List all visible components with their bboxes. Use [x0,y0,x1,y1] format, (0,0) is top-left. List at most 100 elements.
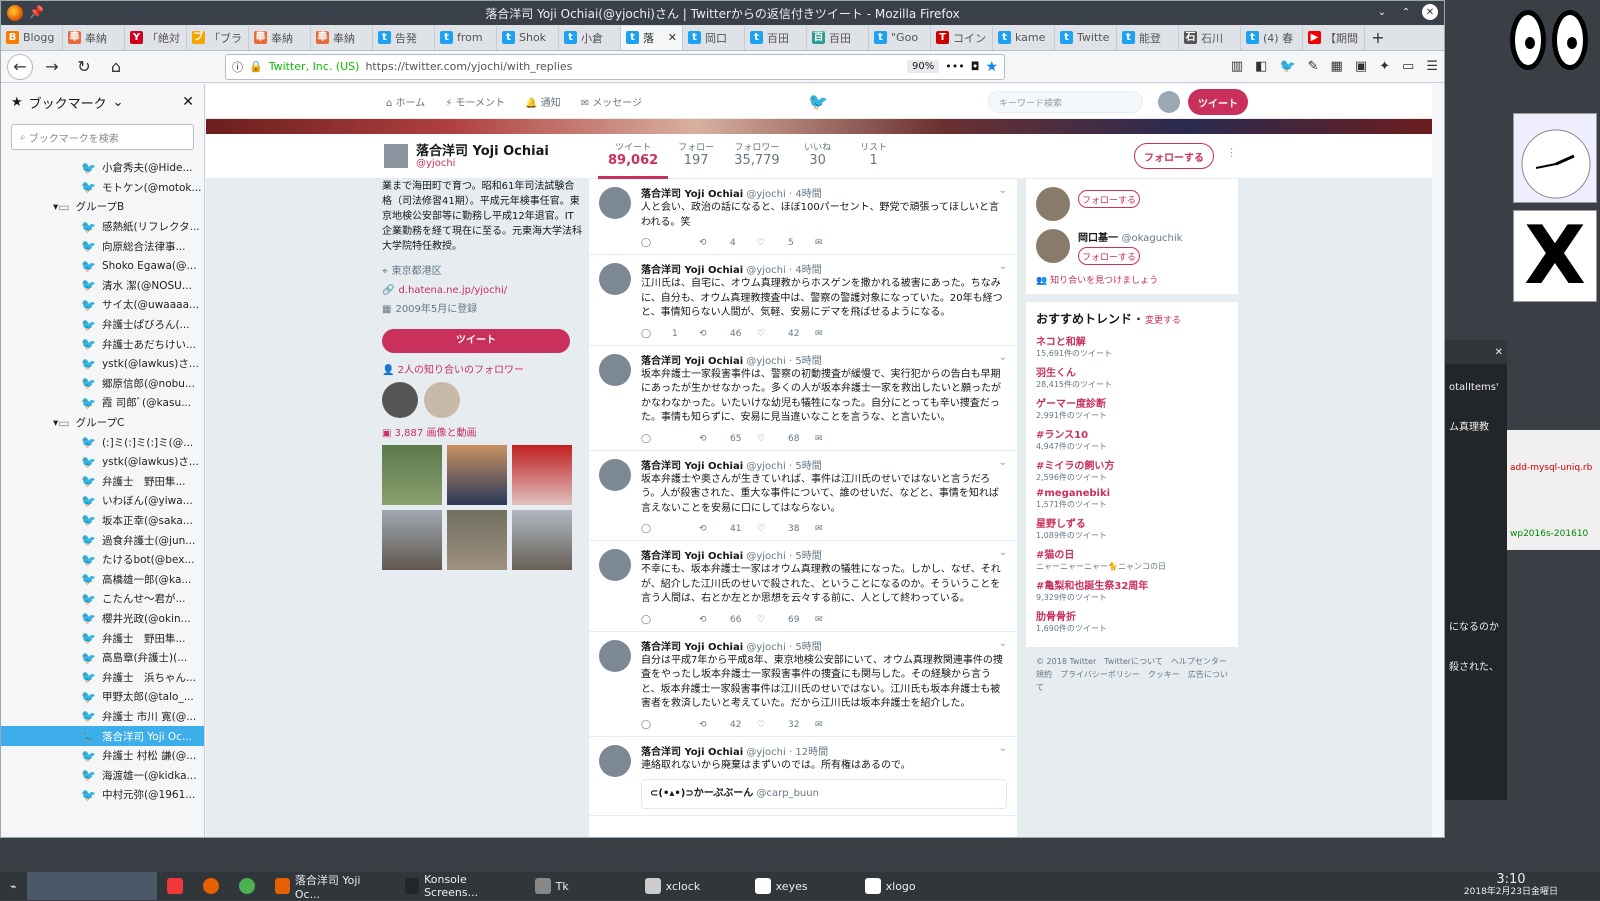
tweet-time[interactable]: 4時間 [795,265,821,276]
bookmark-item[interactable]: 🐦 坂本正幸(@saka... [1,511,204,531]
like-button[interactable]: ♡ 68 [757,434,815,444]
bookmark-item[interactable]: 🐦 霞 司郎ﾞ(@kasu... [1,393,204,413]
media-thumbnail[interactable] [382,510,442,570]
sidebar-icon[interactable]: ◧ [1255,59,1267,74]
tweet-time[interactable]: 5時間 [795,551,821,562]
nav-moments[interactable]: ⚡ モーメント [445,94,505,109]
like-button[interactable]: ♡ 38 [757,524,815,534]
system-clock[interactable]: 3:10 2018年2月23日金曜日 [1464,873,1558,899]
tab-2[interactable]: Y 「絶対 [125,25,187,50]
tweet-handle[interactable]: @yjochi [746,461,785,472]
media-link[interactable]: ▣ 3,887 画像と動画 [382,426,582,441]
bookmark-item[interactable]: 🐦 弁護士 野田隼... [1,472,204,492]
trends-change-link[interactable]: 変更する [1145,316,1181,326]
known-followers-link[interactable]: 👤 2人の知り合いのフォロワー [382,363,582,378]
profile-handle[interactable]: @yjochi [416,158,455,169]
trend-item[interactable]: ゲーマー度診断 2,991件のツイート [1036,395,1228,421]
avatar[interactable] [599,187,631,219]
taskbar-task[interactable]: xlogo [855,872,965,900]
pager[interactable] [26,872,157,900]
trend-item[interactable]: #ランス10 4,947件のツイート [1036,426,1228,452]
retweet-button[interactable]: ⟲ 65 [699,434,757,444]
zoom-level[interactable]: 90% [907,60,940,73]
bookmark-item[interactable]: 🐦 高橋雄一郎(@ka... [1,569,204,589]
tab-1[interactable]: 奉奉納 [63,25,125,50]
taskbar-task[interactable]: Tk [525,872,635,900]
bookmark-folder[interactable]: ▾ ▭ グループC [1,413,204,433]
media-thumbnail[interactable] [447,510,507,570]
bookmark-item[interactable]: 🐦 Shoko Egawa(@... [1,256,204,276]
find-friends-link[interactable]: 👥 知り合いを見つけましょう [1036,273,1228,286]
tab-18[interactable]: t 能登 [1117,25,1179,50]
tab-12[interactable]: t 百田 [745,25,807,50]
trend-item[interactable]: #meganebiki 1,571件のツイート [1036,488,1228,510]
message-button[interactable]: ✉ [815,524,873,534]
tweet-time[interactable]: 12時間 [795,747,828,758]
follow-button[interactable]: フォローする [1078,247,1140,265]
tab-17[interactable]: t Twitte [1055,25,1117,50]
bookmark-item[interactable]: 🐦 過食弁護士(@jun... [1,530,204,550]
url-text[interactable]: https://twitter.com/yjochi/with_replies [365,60,901,73]
more-icon[interactable]: ⋮ [1226,146,1237,159]
chevron-down-icon[interactable]: ⌄ [999,743,1007,754]
trend-item[interactable]: 羽生くん 28,415件のツイート [1036,364,1228,390]
screenshot-icon[interactable]: ▣ [1355,59,1367,74]
taskbar-task[interactable]: 落合洋司 Yoji Oc... [265,872,395,901]
library-icon[interactable]: ▥ [1231,59,1243,74]
taskbar-task[interactable]: Konsole Screens... [395,872,525,900]
bookmark-item[interactable]: 🐦 ystk(@lawkus)さ... [1,452,204,472]
puzzle-icon[interactable]: ✦ [1379,59,1390,74]
avatar[interactable] [599,353,631,386]
tweet-time[interactable]: 5時間 [795,461,821,472]
tweet-author[interactable]: 落合洋司 Yoji Ochiai [641,747,743,758]
close-icon[interactable]: ✕ [1495,347,1503,358]
tweet-handle[interactable]: @yjochi [746,189,785,200]
reply-button[interactable]: ◯ [641,615,699,625]
trend-item[interactable]: 星野しずる 1,089件のツイート [1036,515,1228,541]
extension-icon[interactable]: ▦ [1331,59,1343,74]
tab-0[interactable]: B Blogg [1,25,63,50]
lock-icon[interactable]: 🔒 [249,60,263,73]
bookmark-item[interactable]: 🐦 高島章(弁護士)(... [1,648,204,668]
avatar[interactable] [382,382,418,418]
tab-14[interactable]: t "Goo [869,25,931,50]
twitter-search-input[interactable]: キーワード検索 [988,91,1143,113]
vivaldi-icon[interactable] [157,872,193,900]
twitter-icon[interactable]: 🐦 [1279,59,1295,74]
stat-3[interactable]: いいね 30 [790,140,846,179]
bookmark-item[interactable]: 🐦 ystk(@lawkus)さ... [1,354,204,374]
tweet-time[interactable]: 5時間 [795,642,821,653]
bookmark-item[interactable]: 🐦 サイ太(@uwaaaa... [1,295,204,315]
chevron-down-icon[interactable]: ⌄ [113,95,124,110]
tweet-handle[interactable]: @yjochi [746,265,785,276]
stat-1[interactable]: フォロー 197 [668,140,724,179]
pin-icon[interactable]: 📌 [29,5,44,19]
profile-tweet-button[interactable]: ツイート [382,329,570,353]
avatar[interactable] [599,549,631,581]
bookmark-item[interactable]: 🐦 落合洋司 Yoji Oc... [1,726,204,746]
app-launcher-icon[interactable]: ⌁ [0,872,27,900]
site-identity[interactable]: Twitter, Inc. (US) [269,60,360,73]
tweet-author[interactable]: 落合洋司 Yoji Ochiai [641,265,743,276]
taskbar-task[interactable]: xeyes [745,872,855,900]
close-tab-icon[interactable]: ✕ [668,31,677,44]
bookmark-item[interactable]: 🐦 中村元弥(@1961... [1,785,204,805]
message-button[interactable]: ✉ [815,238,873,248]
url-bar[interactable]: ⓘ 🔒 Twitter, Inc. (US) https://twitter.c… [225,53,1005,80]
chevron-down-icon[interactable]: ⌄ [999,638,1007,649]
bookmark-item[interactable]: 🐦 小倉秀夫(@Hide... [1,158,204,178]
tab-15[interactable]: T コイン [931,25,993,50]
follow-button[interactable]: フォローする [1078,190,1140,208]
tab-8[interactable]: t Shok [497,25,559,50]
tab-19[interactable]: 石石川 [1179,25,1241,50]
tweet-handle[interactable]: @yjochi [746,642,785,653]
firefox-window[interactable]: 📌 落合洋司 Yoji Ochiai(@yjochi)さん | Twitterか… [0,0,1445,838]
tab-20[interactable]: t (4) 春 [1241,25,1303,50]
tab-13[interactable]: 百百田 [807,25,869,50]
stat-0[interactable]: ツイート 89,062 [598,140,669,179]
message-button[interactable]: ✉ [815,329,873,339]
tweet-time[interactable]: 4時間 [795,189,821,200]
page-actions-icon[interactable]: ••• [945,60,964,73]
follow-button[interactable]: フォローする [1134,143,1214,169]
minimize-icon[interactable]: ⌄ [1374,4,1390,20]
